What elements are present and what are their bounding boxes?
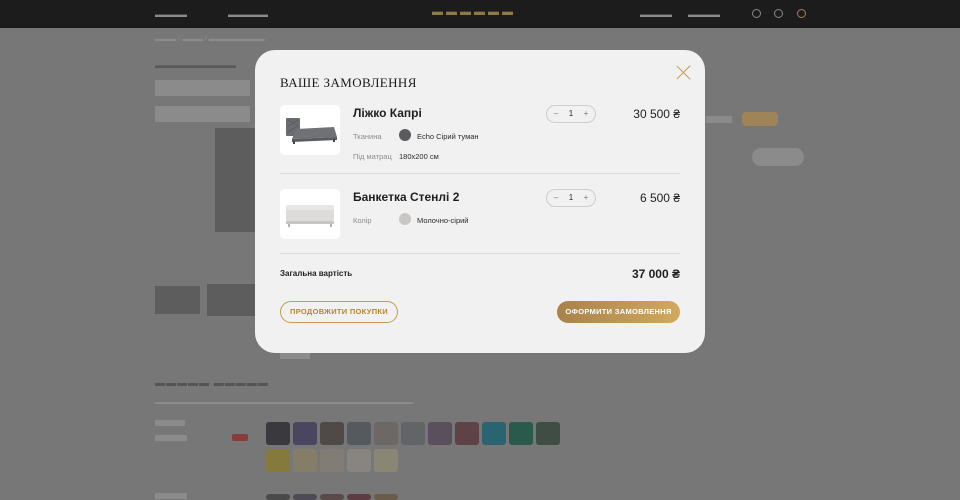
total-value: 37 000 ₴ — [631, 267, 680, 281]
item-name: Банкетка Стенлі 2 — [353, 190, 460, 204]
fabric-swatch — [399, 129, 411, 141]
modal-title: ВАШЕ ЗАМОВЛЕННЯ — [280, 75, 417, 90]
bg-badge — [232, 434, 248, 441]
page-title: ▬▬▬▬▬▬▬▬▬ — [155, 60, 236, 70]
decrease-button[interactable]: – — [550, 192, 562, 204]
bg-block — [752, 148, 804, 166]
order-modal: ВАШЕ ЗАМОВЛЕННЯ Ліжко Капрі Тканина Echo… — [255, 50, 705, 353]
quantity-value[interactable]: 1 — [565, 109, 577, 118]
item-price: 30 500 ₴ — [633, 107, 680, 121]
attribute-value: Echo Сірий туман — [417, 132, 479, 141]
bg-block — [155, 493, 187, 499]
search-icon — [752, 9, 761, 18]
header-nav-item: ▬▬▬▬ — [155, 10, 187, 19]
header-nav-item: ▬▬▬▬▬ — [228, 10, 268, 19]
cart-item: Банкетка Стенлі 2 Колір Молочно-сірий – … — [280, 189, 680, 241]
bg-badge — [742, 112, 778, 126]
increase-button[interactable]: + — [580, 108, 592, 120]
header-nav-item: ▬▬▬▬ — [640, 10, 672, 19]
product-thumb — [207, 284, 255, 316]
product-thumbnail — [280, 189, 340, 239]
site-header: ▬▬▬▬ ▬▬▬▬▬ ▬▬▬▬▬▬ ▬▬▬▬ ▬▬▬▬ — [0, 0, 960, 28]
user-icon — [774, 9, 783, 18]
section-text: ▬▬▬▬▬▬▬▬▬▬▬▬▬▬▬▬▬▬▬▬▬▬▬▬▬▬▬▬▬▬▬▬▬▬▬▬▬▬▬▬… — [155, 400, 413, 406]
attribute-label: Колір — [353, 216, 372, 225]
bg-block — [155, 80, 250, 96]
product-thumbnail — [280, 105, 340, 155]
cart-icon — [797, 9, 806, 18]
breadcrumb: ▬▬▬ / ▬▬▬ / ▬▬▬▬▬▬▬▬ — [155, 36, 265, 43]
divider — [280, 253, 680, 254]
attribute-value: 180х200 см — [399, 152, 439, 161]
product-image — [215, 128, 255, 232]
cart-item: Ліжко Капрі Тканина Echo Сірий туман Під… — [280, 105, 680, 161]
bg-block — [155, 435, 187, 441]
attribute-label: Тканина — [353, 132, 382, 141]
attribute-value: Молочно-сірий — [417, 216, 469, 225]
continue-shopping-button[interactable]: ПРОДОВЖИТИ ПОКУПКИ — [280, 301, 398, 323]
header-nav-item: ▬▬▬▬ — [688, 10, 720, 19]
color-swatch — [399, 213, 411, 225]
total-label: Загальна вартість — [280, 269, 353, 278]
bg-block — [155, 420, 185, 426]
site-logo: ▬▬▬▬▬▬ — [432, 6, 516, 18]
checkout-button[interactable]: ОФОРМИТИ ЗАМОВЛЕННЯ — [557, 301, 680, 323]
section-heading: ▬▬▬▬▬ ▬▬▬▬▬ — [155, 378, 269, 389]
decrease-button[interactable]: – — [550, 108, 562, 120]
product-thumb — [155, 286, 200, 314]
bg-block — [280, 353, 310, 359]
bg-block — [706, 116, 732, 123]
increase-button[interactable]: + — [580, 192, 592, 204]
item-price: 6 500 ₴ — [639, 191, 680, 205]
item-name: Ліжко Капрі — [353, 106, 422, 120]
quantity-value[interactable]: 1 — [565, 193, 577, 202]
close-icon[interactable] — [675, 64, 693, 82]
quantity-stepper: – 1 + — [546, 105, 596, 123]
quantity-stepper: – 1 + — [546, 189, 596, 207]
attribute-label: Під матрац — [353, 152, 392, 161]
bg-block — [155, 106, 250, 122]
divider — [280, 173, 680, 174]
